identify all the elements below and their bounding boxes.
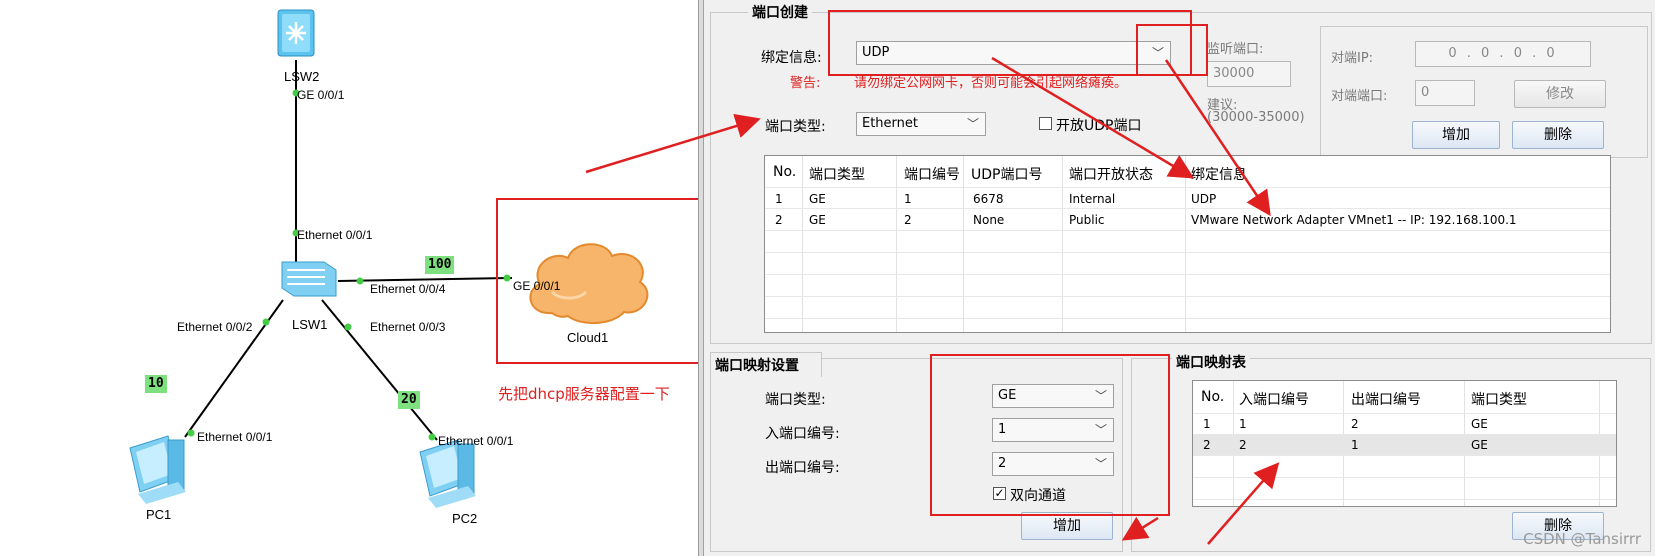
port-table-header[interactable]: 端口开放状态 bbox=[1069, 164, 1153, 184]
map-table-header[interactable]: 端口类型 bbox=[1471, 389, 1527, 409]
suggest-range: (30000-35000) bbox=[1207, 110, 1305, 125]
port-table-cell[interactable]: 1 bbox=[775, 192, 783, 206]
port-table-cell[interactable]: 6678 bbox=[973, 192, 1004, 206]
map-table-header[interactable]: No. bbox=[1201, 389, 1224, 405]
peer-port-input[interactable]: 0 bbox=[1415, 80, 1475, 106]
delete-port-button[interactable]: 删除 bbox=[1512, 121, 1604, 149]
annotation-box-port-map bbox=[930, 354, 1170, 516]
port-table-header[interactable]: 绑定信息 bbox=[1191, 164, 1247, 184]
listen-port-label: 监听端口: bbox=[1207, 42, 1264, 57]
peer-ip-input[interactable]: 0 . 0 . 0 . 0 bbox=[1415, 41, 1591, 67]
link-dot bbox=[356, 277, 364, 285]
port-table-header[interactable]: No. bbox=[773, 164, 796, 180]
port-create-title: 端口创建 bbox=[748, 2, 812, 22]
chevron-down-icon: ﹀ bbox=[966, 117, 979, 131]
port-table-cell[interactable]: VMware Network Adapter VMnet1 -- IP: 192… bbox=[1191, 213, 1517, 227]
device-label-lsw2: LSW2 bbox=[284, 69, 320, 84]
watermark: CSDN @Tansirrr bbox=[1523, 530, 1641, 548]
vlan-tag: 10 bbox=[145, 375, 167, 393]
port-label: Ethernet 0/0/1 bbox=[438, 434, 514, 448]
annotation-box-dropdown bbox=[1136, 24, 1208, 76]
listen-port-input[interactable]: 30000 bbox=[1207, 61, 1291, 87]
out-port-label: 出端口编号: bbox=[765, 460, 840, 476]
port-table-cell[interactable]: GE bbox=[809, 192, 826, 206]
bind-info-label: 绑定信息: bbox=[761, 50, 822, 66]
link-dot bbox=[187, 429, 195, 437]
port-table-cell[interactable]: None bbox=[973, 213, 1004, 227]
link-dot bbox=[262, 318, 270, 326]
pc1-icon bbox=[129, 435, 186, 504]
port-label: Ethernet 0/0/4 bbox=[370, 282, 446, 296]
port-table-cell[interactable]: 2 bbox=[904, 213, 912, 227]
port-table-header[interactable]: 端口编号 bbox=[904, 164, 960, 184]
open-udp-label: 开放UDP端口 bbox=[1056, 118, 1142, 134]
port-table-header[interactable]: UDP端口号 bbox=[971, 164, 1042, 184]
link-dot bbox=[428, 433, 436, 441]
lsw2-switch-icon bbox=[277, 9, 315, 57]
link-dot bbox=[344, 323, 352, 331]
modify-button[interactable]: 修改 bbox=[1514, 80, 1606, 108]
port-label: Ethernet 0/0/1 bbox=[197, 430, 273, 444]
pc2-icon bbox=[419, 439, 476, 508]
vlan-tag: 100 bbox=[425, 256, 455, 274]
port-table-cell[interactable]: GE bbox=[809, 213, 826, 227]
device-label-pc2: PC2 bbox=[452, 511, 478, 526]
link-lsw1-cloud bbox=[337, 277, 513, 282]
port-table-cell[interactable]: UDP bbox=[1191, 192, 1216, 206]
map-table-cell[interactable]: 2 bbox=[1239, 438, 1247, 452]
map-port-type-label: 端口类型: bbox=[765, 392, 826, 408]
port-table-cell[interactable]: 1 bbox=[904, 192, 912, 206]
add-port-button[interactable]: 增加 bbox=[1412, 121, 1500, 149]
cloud-config-dialog: 端口创建 绑定信息: UDP ﹀ 警告: 请勿绑定公网网卡，否则可能会引起网络瘫… bbox=[703, 0, 1655, 556]
port-label: Ethernet 0/0/1 bbox=[297, 228, 373, 242]
port-type-value: Ethernet bbox=[862, 116, 918, 131]
port-type-label: 端口类型: bbox=[765, 119, 826, 135]
in-port-label: 入端口编号: bbox=[765, 426, 840, 442]
port-map-title[interactable]: 端口映射设置 bbox=[710, 352, 822, 377]
port-type-select[interactable]: Ethernet ﹀ bbox=[856, 112, 986, 136]
peer-ip-label: 对端IP: bbox=[1331, 51, 1374, 66]
map-table-cell[interactable]: 1 bbox=[1203, 417, 1211, 431]
map-table-cell[interactable]: 2 bbox=[1203, 438, 1211, 452]
annotation-note: 先把dhcp服务器配置一下 bbox=[498, 385, 670, 403]
vlan-tag: 20 bbox=[398, 391, 420, 409]
map-table-row-selected[interactable] bbox=[1193, 434, 1616, 455]
add-map-button[interactable]: 增加 bbox=[1021, 512, 1113, 540]
map-table-cell[interactable]: 1 bbox=[1351, 438, 1359, 452]
map-table-header[interactable]: 出端口编号 bbox=[1351, 389, 1421, 409]
map-table-cell[interactable]: 2 bbox=[1351, 417, 1359, 431]
map-table-cell[interactable]: GE bbox=[1471, 417, 1488, 431]
port-table-header[interactable]: 端口类型 bbox=[809, 164, 865, 184]
port-table-cell[interactable]: Internal bbox=[1069, 192, 1115, 206]
map-table-cell[interactable]: GE bbox=[1471, 438, 1488, 452]
device-label-lsw1: LSW1 bbox=[292, 317, 328, 332]
map-table-cell[interactable]: 1 bbox=[1239, 417, 1247, 431]
port-table-cell[interactable]: Public bbox=[1069, 213, 1105, 227]
port-table: No. 端口类型 端口编号 UDP端口号 端口开放状态 绑定信息 1 GE 1 … bbox=[764, 155, 1611, 333]
peer-port-label: 对端端口: bbox=[1331, 89, 1388, 104]
port-table-cell[interactable]: 2 bbox=[775, 213, 783, 227]
device-label-pc1: PC1 bbox=[146, 507, 172, 522]
map-table-header[interactable]: 入端口编号 bbox=[1239, 389, 1309, 409]
warning-label: 警告: bbox=[790, 76, 821, 91]
annotation-box-cloud bbox=[496, 198, 732, 364]
port-label: GE 0/0/1 bbox=[297, 88, 345, 102]
port-label: Ethernet 0/0/3 bbox=[370, 320, 446, 334]
port-label: Ethernet 0/0/2 bbox=[177, 320, 253, 334]
lsw1-switch-icon bbox=[281, 261, 337, 297]
open-udp-checkbox[interactable] bbox=[1039, 117, 1052, 130]
map-table-title: 端口映射表 bbox=[1172, 352, 1250, 372]
map-table: No. 入端口编号 出端口编号 端口类型 1 1 2 GE 2 2 1 GE bbox=[1192, 380, 1617, 507]
